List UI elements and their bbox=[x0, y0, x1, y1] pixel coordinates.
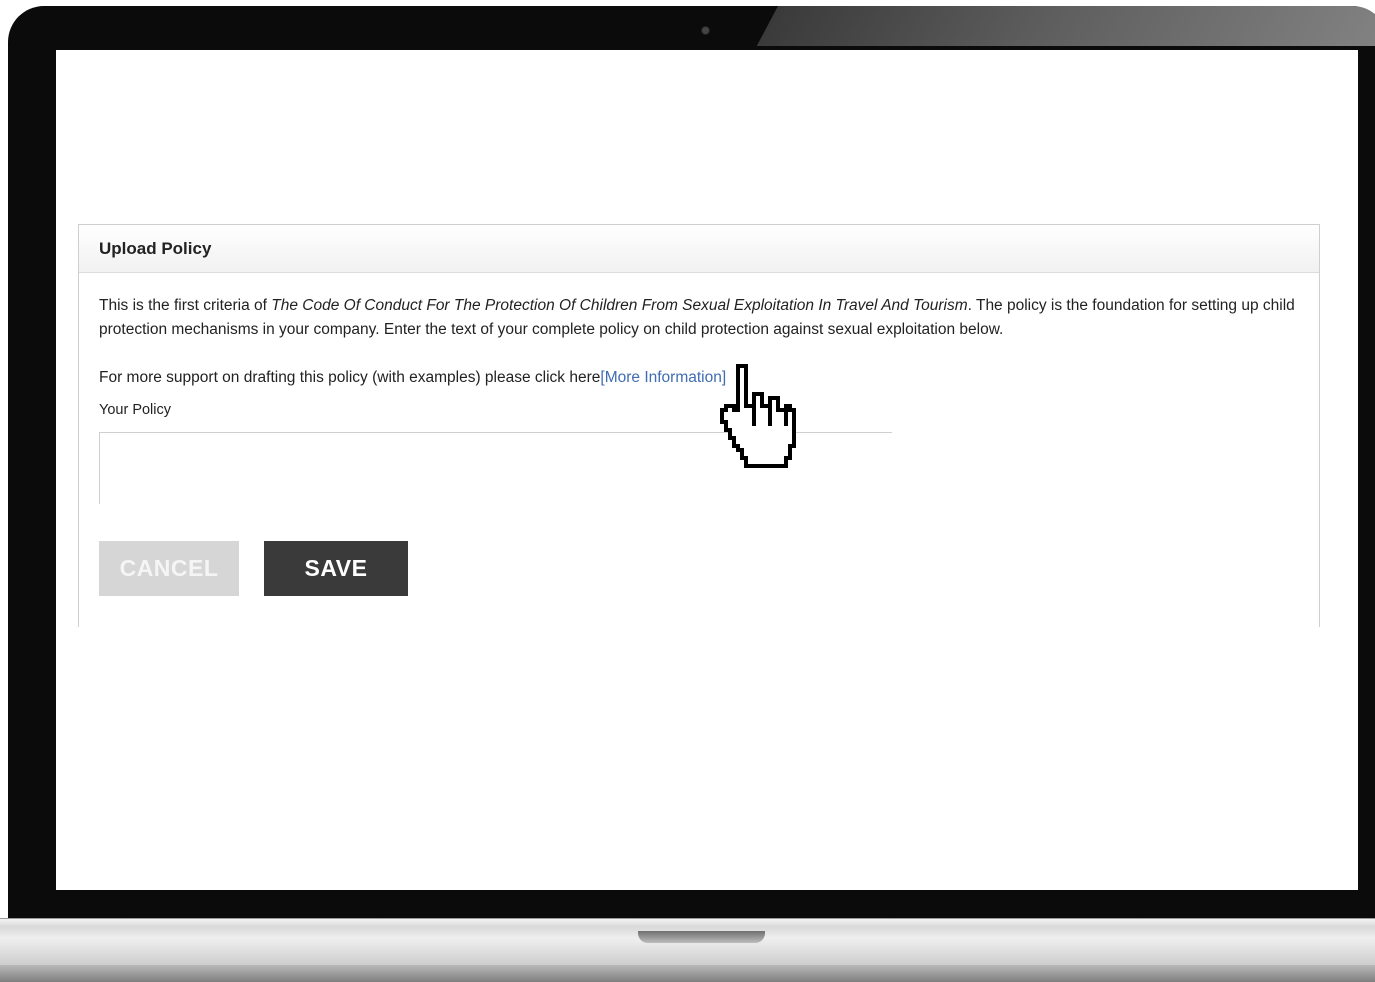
camera-icon bbox=[702, 27, 709, 34]
cancel-button[interactable]: CANCEL bbox=[99, 541, 239, 596]
save-button[interactable]: SAVE bbox=[264, 541, 408, 596]
panel-body: This is the first criteria of The Code O… bbox=[79, 273, 1319, 596]
laptop-mockup: Upload Policy This is the first criteria… bbox=[0, 0, 1375, 982]
code-of-conduct-title: The Code Of Conduct For The Protection O… bbox=[271, 297, 968, 314]
intro-paragraph: This is the first criteria of The Code O… bbox=[99, 294, 1299, 342]
more-information-link[interactable]: [More Information] bbox=[600, 369, 726, 386]
support-text: For more support on drafting this policy… bbox=[99, 369, 601, 386]
upload-policy-panel: Upload Policy This is the first criteria… bbox=[78, 224, 1320, 627]
laptop-notch bbox=[638, 931, 765, 943]
intro-text-start: This is the first criteria of bbox=[99, 297, 272, 314]
policy-label: Your Policy bbox=[99, 402, 172, 418]
bezel-reflection bbox=[756, 6, 1375, 46]
laptop-base bbox=[0, 918, 1375, 982]
support-paragraph: For more support on drafting this policy… bbox=[99, 366, 1299, 390]
laptop-bezel: Upload Policy This is the first criteria… bbox=[8, 6, 1375, 926]
laptop-foot bbox=[0, 965, 1375, 982]
panel-title: Upload Policy bbox=[99, 238, 212, 258]
panel-header: Upload Policy bbox=[79, 225, 1319, 273]
laptop-screen: Upload Policy This is the first criteria… bbox=[56, 50, 1358, 890]
hand-pointer-icon bbox=[720, 364, 796, 468]
form-actions: CANCEL SAVE bbox=[99, 541, 1299, 596]
